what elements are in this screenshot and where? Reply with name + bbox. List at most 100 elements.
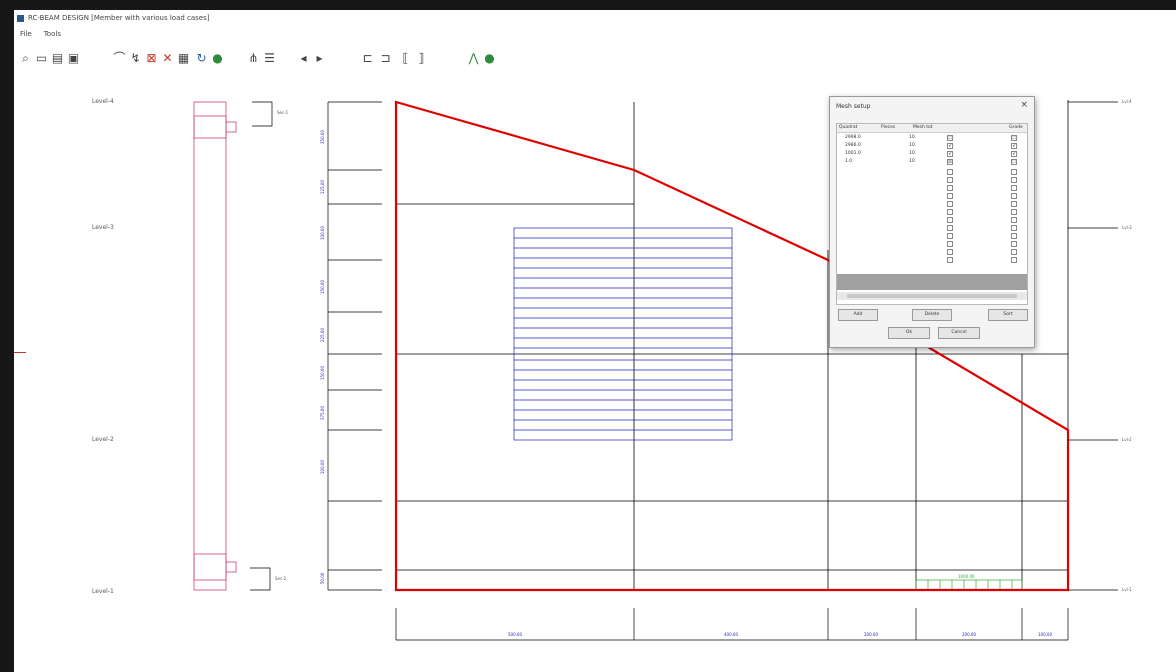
cell-pieces[interactable]: 10 xyxy=(909,159,915,164)
table-header: Quadrat Pieces Mesh tot Grade xyxy=(837,124,1027,133)
cell-pieces[interactable]: 10 xyxy=(909,151,915,156)
grade-checkbox[interactable] xyxy=(1011,241,1017,247)
cell-quadrat[interactable]: 2986.0 xyxy=(845,143,861,148)
delete-button[interactable]: Delete xyxy=(912,309,952,321)
level-label: Level-3 xyxy=(92,224,114,231)
table-row[interactable]: 1.0 10 ☒ ☐ xyxy=(837,158,1027,166)
mesh-box[interactable] xyxy=(915,579,1023,591)
table-row-empty[interactable] xyxy=(837,168,1027,176)
grade-checkbox[interactable] xyxy=(1011,257,1017,263)
cell-pieces[interactable]: 10 xyxy=(909,135,915,140)
mesh-setup-dialog: Mesh setup × Quadrat Pieces Mesh tot Gra… xyxy=(829,96,1035,348)
col-grade[interactable]: Grade xyxy=(1009,125,1023,130)
mesh-checkbox[interactable] xyxy=(947,249,953,255)
add-button[interactable]: Add xyxy=(838,309,878,321)
mesh-checkbox[interactable] xyxy=(947,169,953,175)
vertical-label: 100.00 xyxy=(320,460,325,474)
sort-button[interactable]: Sort xyxy=(988,309,1028,321)
table-row-empty[interactable] xyxy=(837,224,1027,232)
table-empty-area xyxy=(837,274,1027,290)
scrollbar-thumb[interactable] xyxy=(847,294,1017,298)
span-label: 200.00 xyxy=(962,632,976,637)
vertical-dimension-column xyxy=(327,101,382,591)
grade-checkbox[interactable] xyxy=(1011,209,1017,215)
table-row-empty[interactable] xyxy=(837,248,1027,256)
mesh-checkbox[interactable] xyxy=(947,233,953,239)
horizontal-scrollbar[interactable] xyxy=(837,292,1027,300)
table-row-empty[interactable] xyxy=(837,240,1027,248)
col-quadrat[interactable]: Quadrat xyxy=(839,125,857,130)
mesh-checkbox[interactable] xyxy=(947,241,953,247)
span-label: 400.00 xyxy=(724,632,738,637)
column-elevation[interactable] xyxy=(193,101,237,591)
grade-checkbox[interactable] xyxy=(1011,225,1017,231)
grade-checkbox[interactable] xyxy=(1011,233,1017,239)
table-row[interactable]: 2998.0 10 ☐ ☐ xyxy=(837,134,1027,142)
grade-checkbox[interactable] xyxy=(1011,193,1017,199)
ok-button[interactable]: Ok xyxy=(888,327,930,339)
section-tag: Sec-1 xyxy=(277,110,289,115)
section-tag: Sec-2 xyxy=(275,576,287,581)
table-row-empty[interactable] xyxy=(837,192,1027,200)
right-level-markers xyxy=(1068,101,1118,591)
close-icon[interactable]: × xyxy=(1020,100,1028,110)
grade-checkbox[interactable] xyxy=(1011,201,1017,207)
mesh-checkbox[interactable] xyxy=(947,225,953,231)
table-row-empty[interactable] xyxy=(837,176,1027,184)
table-row-empty[interactable] xyxy=(837,200,1027,208)
table-row[interactable]: 1001.0 10 ✔ ✔ xyxy=(837,150,1027,158)
mesh-checkbox[interactable] xyxy=(947,257,953,263)
vertical-label: 125.00 xyxy=(320,180,325,194)
grade-checkbox[interactable] xyxy=(1011,249,1017,255)
section-tags: Sec-1 Sec-2 xyxy=(275,110,289,581)
mesh-checkbox[interactable]: ☐ xyxy=(947,135,953,141)
cell-quadrat[interactable]: 1.0 xyxy=(845,159,852,164)
table-row-empty[interactable] xyxy=(837,256,1027,264)
mesh-checkbox[interactable] xyxy=(947,217,953,223)
span-label: 100.00 xyxy=(1038,632,1052,637)
vertical-label: 375.00 xyxy=(320,406,325,420)
grade-checkbox[interactable] xyxy=(1011,177,1017,183)
cell-quadrat[interactable]: 1001.0 xyxy=(845,151,861,156)
mesh-checkbox[interactable] xyxy=(947,201,953,207)
mesh-checkbox[interactable]: ✔ xyxy=(947,143,953,149)
right-level-label: Lvl-3 xyxy=(1122,225,1132,230)
cancel-button[interactable]: Cancel xyxy=(938,327,980,339)
cell-quadrat[interactable]: 2998.0 xyxy=(845,135,861,140)
level-label: Level-1 xyxy=(92,588,114,595)
grade-checkbox[interactable]: ✔ xyxy=(1011,143,1017,149)
grade-checkbox[interactable] xyxy=(1011,185,1017,191)
span-label: 200.00 xyxy=(864,632,878,637)
mesh-checkbox[interactable]: ✔ xyxy=(947,151,953,157)
vertical-label: 50.00 xyxy=(320,572,325,584)
vertical-label: 100.00 xyxy=(320,226,325,240)
cell-pieces[interactable]: 10 xyxy=(909,143,915,148)
grade-checkbox[interactable]: ☐ xyxy=(1011,159,1017,165)
mesh-checkbox[interactable]: ☒ xyxy=(947,159,953,165)
table-row[interactable]: 2986.0 10 ✔ ✔ xyxy=(837,142,1027,150)
level-label: Level-2 xyxy=(92,436,114,443)
table-row-empty[interactable] xyxy=(837,216,1027,224)
grade-checkbox[interactable]: ☐ xyxy=(1011,135,1017,141)
section-markers xyxy=(250,101,273,591)
table-row-empty[interactable] xyxy=(837,232,1027,240)
level-label: Level-4 xyxy=(92,98,114,105)
col-mesh[interactable]: Mesh tot xyxy=(913,125,933,130)
mesh-table: Quadrat Pieces Mesh tot Grade 2998.0 10 … xyxy=(836,123,1028,305)
col-pieces[interactable]: Pieces xyxy=(881,125,895,130)
table-row-empty[interactable] xyxy=(837,208,1027,216)
right-level-labels: Lvl-4 Lvl-3 Lvl-2 Lvl-1 xyxy=(1122,99,1132,592)
vertical-label: 225.00 xyxy=(320,328,325,342)
mesh-box-label: 1000.00 xyxy=(958,574,975,579)
mesh-checkbox[interactable] xyxy=(947,177,953,183)
grade-checkbox[interactable] xyxy=(1011,217,1017,223)
grade-checkbox[interactable] xyxy=(1011,169,1017,175)
grade-checkbox[interactable]: ✔ xyxy=(1011,151,1017,157)
dialog-title: Mesh setup xyxy=(836,103,871,110)
left-level-labels: Level-4 Level-3 Level-2 Level-1 xyxy=(92,98,114,595)
table-row-empty[interactable] xyxy=(837,184,1027,192)
mesh-checkbox[interactable] xyxy=(947,185,953,191)
mesh-checkbox[interactable] xyxy=(947,209,953,215)
reinforcement-hatch[interactable] xyxy=(513,227,733,441)
mesh-checkbox[interactable] xyxy=(947,193,953,199)
